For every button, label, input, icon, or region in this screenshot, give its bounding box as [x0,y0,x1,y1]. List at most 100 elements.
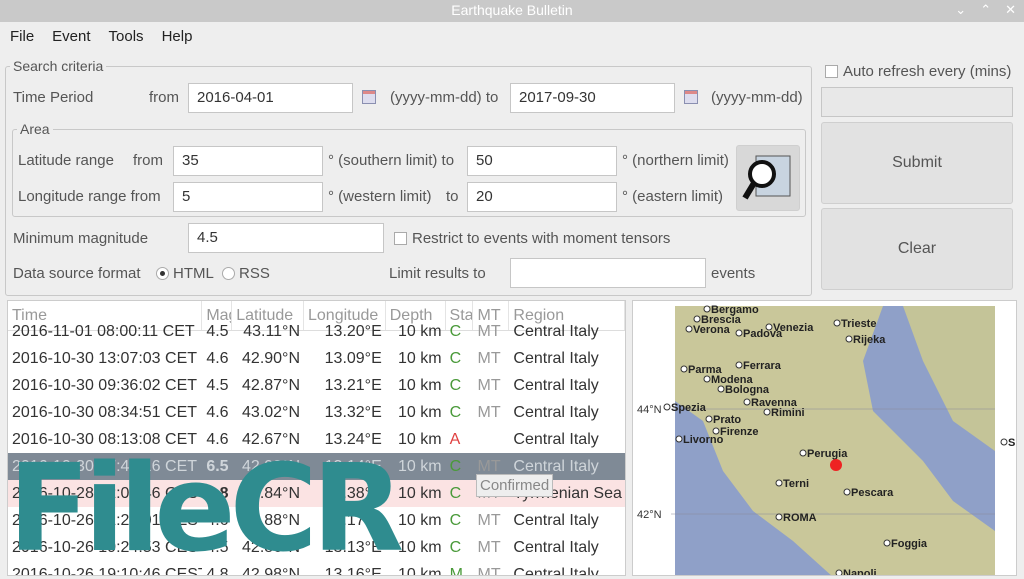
eastern-limit-label: ° (eastern limit) [622,188,724,205]
city-marker [845,335,853,343]
table-cell: 2016-10-30 13:07:03 CET [12,349,198,367]
table-cell: C [449,349,462,367]
table-cell: M [449,565,463,576]
table-cell: A [449,430,461,448]
min-magnitude-label: Minimum magnitude [13,230,149,247]
city-label: Firenze [720,426,759,438]
table-cell: MT [477,538,501,556]
minimize-icon[interactable]: ⌄ [955,0,966,20]
calendar-icon[interactable] [362,90,376,104]
city-marker [843,488,851,496]
map-area-button[interactable] [736,145,800,211]
city-marker [680,365,688,373]
auto-refresh-checkbox[interactable]: Auto refresh every (mins) [825,63,1011,80]
to-date-input[interactable]: 2017-09-30 [510,83,675,113]
table-cell: 43.11°N [243,322,301,340]
menu-file[interactable]: File [10,28,34,45]
from-date-input[interactable]: 2016-04-01 [188,83,353,113]
city-marker [663,403,671,411]
city-marker [705,415,713,423]
radio-rss[interactable]: RSS [222,265,270,282]
city-label: Pescara [851,487,894,499]
status-tooltip: Confirmed [476,474,554,497]
city-marker [1000,438,1008,446]
menu-bar: File Event Tools Help [0,22,1024,50]
table-cell: Central Italy [513,403,599,421]
city-label: ROMA [783,512,817,524]
clear-button[interactable]: Clear [821,208,1013,290]
city-label: Trieste [841,318,876,330]
table-cell: Central Italy [513,349,599,367]
data-format-label: Data source format [13,265,141,282]
lat-from-label: from [133,152,163,169]
table-row[interactable]: 2016-11-01 08:00:11 CET 4.5 43.11°N 13.20°E… [8,318,625,345]
table-cell: C [449,484,462,502]
city-label: Rimini [771,407,805,419]
table-row[interactable]: 2016-10-30 08:34:51 CET 4.6 43.02°N 13.32°E… [8,399,625,426]
menu-tools[interactable]: Tools [109,28,144,45]
events-label: events [711,265,756,282]
checkbox[interactable] [825,65,838,78]
table-cell: 4.6 [206,403,229,421]
table-cell: Central Italy [513,322,599,340]
table-cell: C [449,376,462,394]
time-period-label: Time Period [13,89,94,106]
menu-help[interactable]: Help [162,28,193,45]
latitude-label: Latitude range [18,152,114,169]
limit-input[interactable] [510,258,706,288]
menu-event[interactable]: Event [52,28,90,45]
table-cell: 10 km [397,322,442,340]
table-cell: 10 km [397,403,442,421]
city-marker [717,385,725,393]
city-marker [743,398,751,406]
moment-tensor-label: Restrict to events with moment tensors [412,230,671,247]
refresh-interval-input[interactable] [821,87,1013,117]
city-marker [703,375,711,383]
group-title: Search criteria [13,58,104,74]
city-label: Napoli [843,568,877,576]
city-marker [703,305,711,313]
table-cell: MT [477,511,501,529]
table-cell: C [449,403,462,421]
table-cell: Central Italy [513,376,599,394]
radio-button[interactable] [222,267,235,280]
lon-max-input[interactable]: 20 [467,182,617,212]
city-label: Prato [713,414,741,426]
city-marker [775,479,783,487]
table-cell: 42.90°N [242,349,301,367]
min-magnitude-input[interactable]: 4.5 [188,223,384,253]
city-marker [685,325,693,333]
table-cell: MT [477,349,501,367]
lon-min-input[interactable]: 5 [173,182,323,212]
city-marker [763,408,771,416]
submit-button[interactable]: Submit [821,122,1013,204]
lat-tick-42: 42°N [637,509,662,521]
table-cell: 43.02°N [242,403,301,421]
city-label: Ferrara [743,360,782,372]
table-cell: C [449,322,462,340]
city-marker [735,329,743,337]
table-cell: 13.32°E [324,403,382,421]
table-cell: C [449,538,462,556]
table-cell: 10 km [397,349,442,367]
table-cell: 13.21°E [324,376,382,394]
lat-max-input[interactable]: 50 [467,146,617,176]
city-label: Terni [783,478,809,490]
table-row[interactable]: 2016-10-30 09:36:02 CET 4.5 42.87°N 13.21°E… [8,372,625,399]
window-title: Earthquake Bulletin [451,2,573,18]
close-icon[interactable]: ✕ [1005,0,1016,20]
area-title: Area [20,121,50,137]
lat-min-input[interactable]: 35 [173,146,323,176]
city-marker [693,315,701,323]
calendar-icon[interactable] [684,90,698,104]
radio-button[interactable] [156,267,169,280]
city-marker [775,513,783,521]
table-cell: 10 km [397,376,442,394]
moment-tensor-checkbox[interactable]: Restrict to events with moment tensors [394,230,670,247]
table-row[interactable]: 2016-10-30 13:07:03 CET 4.6 42.90°N 13.09°E… [8,345,625,372]
radio-html[interactable]: HTML [156,265,214,282]
checkbox[interactable] [394,232,407,245]
table-cell: C [449,511,462,529]
city-label: Venezia [773,322,814,334]
maximize-icon[interactable]: ⌃ [980,0,991,20]
